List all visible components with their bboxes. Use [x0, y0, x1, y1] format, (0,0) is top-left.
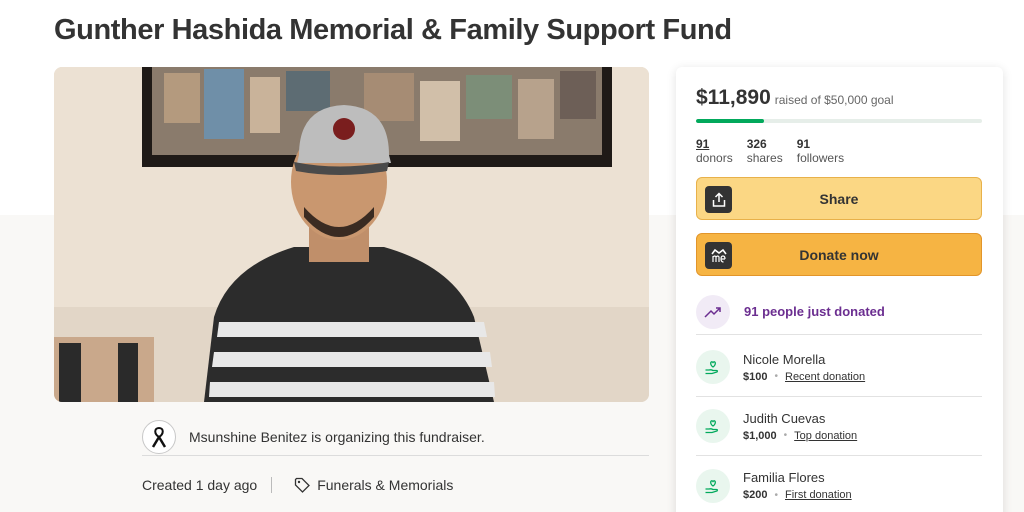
- page-title: Gunther Hashida Memorial & Family Suppor…: [54, 14, 732, 46]
- raised-goal: raised of $50,000 goal: [774, 93, 894, 107]
- stat-donors-count[interactable]: 91: [696, 137, 733, 151]
- donation-amount: $100: [743, 370, 768, 383]
- recent-donations-banner[interactable]: 91 people just donated: [696, 289, 982, 335]
- created-date: Created 1 day ago: [142, 477, 258, 493]
- donation-item: Nicole Morella $100 • Recent donation: [696, 338, 982, 397]
- share-button-label: Share: [819, 190, 859, 207]
- donor-name: Judith Cuevas: [743, 410, 826, 426]
- separator-dot: •: [774, 371, 778, 382]
- stat-shares: 326 shares: [747, 137, 783, 165]
- mourning-ribbon-icon: [142, 419, 176, 454]
- stat-shares-count: 326: [746, 137, 767, 151]
- separator-dot: •: [774, 489, 778, 501]
- donation-amount: $200: [743, 489, 768, 501]
- meta-divider: [271, 477, 273, 493]
- stat-donors-label: donors: [696, 151, 733, 165]
- category-link[interactable]: Funerals & Memorials: [317, 477, 453, 493]
- share-button[interactable]: Share: [696, 177, 982, 220]
- stat-followers-label: followers: [796, 151, 845, 165]
- recent-donations-text: 91 people just donated: [744, 304, 885, 319]
- donor-name: Nicole Morella: [743, 351, 826, 367]
- donation-amount: $1,000: [743, 429, 777, 442]
- raised-summary: $11,890 raised of $50,000 goal: [696, 86, 894, 110]
- donation-item: Familia Flores $200 • First donation: [696, 456, 982, 512]
- gofundme-logo-icon: [705, 242, 732, 269]
- first-donation-link[interactable]: First donation: [785, 489, 852, 501]
- donate-button-label: Donate now: [799, 246, 879, 263]
- stats-row: 91 donors 326 shares 91 followers: [696, 137, 858, 165]
- separator-dot: •: [783, 430, 788, 441]
- stat-shares-label: shares: [746, 151, 783, 165]
- stat-donors[interactable]: 91 donors: [696, 137, 733, 165]
- donation-sidebar: $11,890 raised of $50,000 goal 91 donors…: [676, 67, 1003, 512]
- organizer-text: Msunshine Benitez is organizing this fun…: [189, 428, 485, 445]
- donor-name: Familia Flores: [743, 470, 825, 485]
- progress-fill: [696, 119, 764, 123]
- share-icon: [705, 186, 732, 213]
- tag-icon: [294, 477, 311, 493]
- progress-bar: [696, 119, 982, 123]
- raised-amount: $11,890: [696, 86, 771, 109]
- top-donation-link[interactable]: Top donation: [794, 430, 857, 442]
- trending-up-icon: [696, 294, 730, 329]
- recent-donation-link[interactable]: Recent donation: [785, 371, 865, 383]
- donor-heart-hand-icon: [696, 468, 730, 503]
- stat-followers: 91 followers: [797, 137, 844, 165]
- donor-heart-hand-icon: [696, 350, 730, 384]
- donation-item: Judith Cuevas $1,000 • Top donation: [696, 397, 982, 456]
- fundraiser-meta: Created 1 day ago Funerals & Memorials: [142, 474, 453, 496]
- donor-heart-hand-icon: [696, 409, 730, 443]
- stat-followers-count: 91: [796, 137, 811, 151]
- hero-photo[interactable]: [54, 67, 649, 402]
- donate-button[interactable]: Donate now: [696, 233, 982, 276]
- organizer-row[interactable]: Msunshine Benitez is organizing this fun…: [142, 419, 649, 456]
